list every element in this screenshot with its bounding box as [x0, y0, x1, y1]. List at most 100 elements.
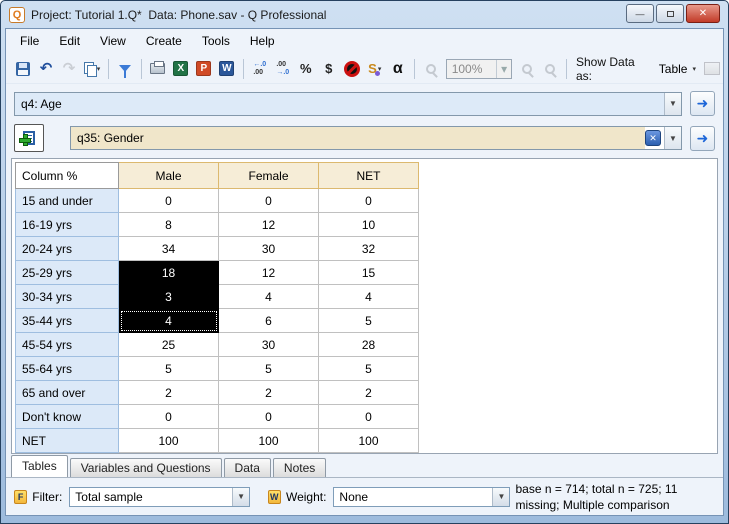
table-cell[interactable]: 32 — [318, 236, 419, 261]
primary-question-value: q4: Age — [15, 92, 664, 115]
table-cell[interactable]: 3 — [118, 284, 219, 309]
table-cell[interactable]: 4 — [318, 284, 419, 309]
primary-question-dropdown[interactable]: q4: Age ▼ — [14, 91, 682, 116]
table-cell[interactable]: 6 — [218, 308, 319, 333]
menu-view[interactable]: View — [90, 29, 136, 54]
add-question-button[interactable] — [14, 124, 44, 152]
filter-badge-icon: F — [14, 489, 28, 504]
tab-tables[interactable]: Tables — [11, 455, 68, 477]
show-data-as-dropdown[interactable]: Table ▾ — [655, 60, 700, 78]
table-cell[interactable]: 2 — [318, 380, 419, 405]
table-cell[interactable]: 25 — [118, 332, 219, 357]
row-label[interactable]: 25-29 yrs — [15, 260, 119, 285]
table-cell[interactable]: 0 — [118, 188, 219, 213]
table-cell[interactable]: 4 — [118, 308, 219, 333]
apply-secondary-question-button[interactable]: ➜ — [690, 125, 715, 151]
table-cell[interactable]: 0 — [318, 188, 419, 213]
menu-edit[interactable]: Edit — [49, 29, 90, 54]
row-label[interactable]: 55-64 yrs — [15, 356, 119, 381]
title-bar[interactable]: Q Project: Tutorial 1.Q* Data: Phone.sav… — [5, 1, 724, 28]
table-cell[interactable]: 5 — [118, 356, 219, 381]
alpha-button[interactable]: α — [387, 58, 409, 80]
copy-button[interactable]: ▾ — [81, 58, 103, 80]
filter-dropdown[interactable]: Total sample ▼ — [69, 486, 251, 507]
print-button[interactable] — [147, 58, 169, 80]
menu-file[interactable]: File — [10, 29, 49, 54]
significance-color-button[interactable]: S ▾ — [364, 58, 386, 80]
zoom-out-button[interactable] — [420, 58, 442, 80]
table-cell[interactable]: 2 — [218, 380, 319, 405]
export-excel-button[interactable]: X — [170, 58, 192, 80]
column-header-female[interactable]: Female — [218, 162, 319, 189]
row-label[interactable]: 45-54 yrs — [15, 332, 119, 357]
weight-dropdown[interactable]: None ▼ — [333, 486, 511, 507]
row-label[interactable]: 15 and under — [15, 188, 119, 213]
table-cell[interactable]: 28 — [318, 332, 419, 357]
table-cell[interactable]: 100 — [318, 428, 419, 453]
chevron-down-icon[interactable]: ▼ — [664, 92, 681, 115]
chevron-down-icon: ▾ — [692, 65, 696, 73]
table-cell[interactable]: 15 — [318, 260, 419, 285]
tab-variables-and-questions[interactable]: Variables and Questions — [69, 458, 222, 477]
export-powerpoint-button[interactable]: P — [193, 58, 215, 80]
menu-tools[interactable]: Tools — [192, 29, 240, 54]
row-label[interactable]: 30-34 yrs — [15, 284, 119, 309]
table-cell[interactable]: 0 — [218, 188, 319, 213]
secondary-question-dropdown[interactable]: q35: Gender ✕ ▼ — [70, 126, 682, 150]
currency-button[interactable]: $ — [318, 58, 340, 80]
menu-create[interactable]: Create — [136, 29, 192, 54]
table-cell[interactable]: 0 — [118, 404, 219, 429]
filter-button[interactable] — [114, 58, 136, 80]
table-cell[interactable]: 5 — [318, 308, 419, 333]
table-cell[interactable]: 30 — [218, 332, 319, 357]
tab-data[interactable]: Data — [223, 458, 271, 477]
chevron-down-icon[interactable]: ▼ — [492, 487, 510, 506]
percent-button[interactable]: % — [295, 58, 317, 80]
row-label[interactable]: 16-19 yrs — [15, 212, 119, 237]
table-cell[interactable]: 34 — [118, 236, 219, 261]
statistic-label[interactable]: Column % — [15, 162, 119, 189]
undo-button[interactable]: ↶ — [35, 58, 57, 80]
table-cell[interactable]: 12 — [218, 260, 319, 285]
table-cell[interactable]: 30 — [218, 236, 319, 261]
decrease-decimals-button[interactable]: .00 →.0 — [272, 58, 294, 80]
significance-off-button[interactable] — [341, 58, 363, 80]
table-cell[interactable]: 100 — [218, 428, 319, 453]
zoom-in-button[interactable] — [516, 58, 538, 80]
tab-notes[interactable]: Notes — [272, 458, 327, 477]
export-table-button[interactable] — [701, 58, 723, 80]
app-logo-icon: Q — [9, 6, 25, 23]
column-header-male[interactable]: Male — [118, 162, 219, 189]
maximize-button[interactable] — [656, 4, 684, 23]
table-cell[interactable]: 12 — [218, 212, 319, 237]
column-header-net[interactable]: NET — [318, 162, 419, 189]
row-label[interactable]: 65 and over — [15, 380, 119, 405]
table-cell[interactable]: 5 — [318, 356, 419, 381]
table-cell[interactable]: 10 — [318, 212, 419, 237]
table-cell[interactable]: 0 — [218, 404, 319, 429]
row-label[interactable]: 20-24 yrs — [15, 236, 119, 261]
export-word-button[interactable]: W — [216, 58, 238, 80]
zoom-level-combobox[interactable]: 100% ▾ — [445, 58, 513, 79]
table-cell[interactable]: 0 — [318, 404, 419, 429]
row-label[interactable]: Don't know — [15, 404, 119, 429]
minimize-button[interactable]: — — [626, 4, 654, 23]
table-cell[interactable]: 100 — [118, 428, 219, 453]
chevron-down-icon[interactable]: ▼ — [232, 487, 250, 506]
close-button[interactable]: ✕ — [686, 4, 720, 23]
table-cell[interactable]: 2 — [118, 380, 219, 405]
table-cell[interactable]: 4 — [218, 284, 319, 309]
save-button[interactable] — [12, 58, 34, 80]
row-label[interactable]: NET — [15, 428, 119, 453]
menu-help[interactable]: Help — [240, 29, 285, 54]
table-cell[interactable]: 5 — [218, 356, 319, 381]
row-label[interactable]: 35-44 yrs — [15, 308, 119, 333]
zoom-selection-button[interactable] — [539, 58, 561, 80]
redo-button[interactable]: ↷ — [58, 58, 80, 80]
remove-question-button[interactable]: ✕ — [645, 130, 661, 146]
chevron-down-icon[interactable]: ▼ — [664, 127, 681, 149]
increase-decimals-button[interactable]: ←.0.00 — [249, 58, 271, 80]
table-cell[interactable]: 8 — [118, 212, 219, 237]
table-cell[interactable]: 18 — [118, 260, 219, 285]
apply-primary-question-button[interactable]: ➜ — [690, 91, 715, 116]
